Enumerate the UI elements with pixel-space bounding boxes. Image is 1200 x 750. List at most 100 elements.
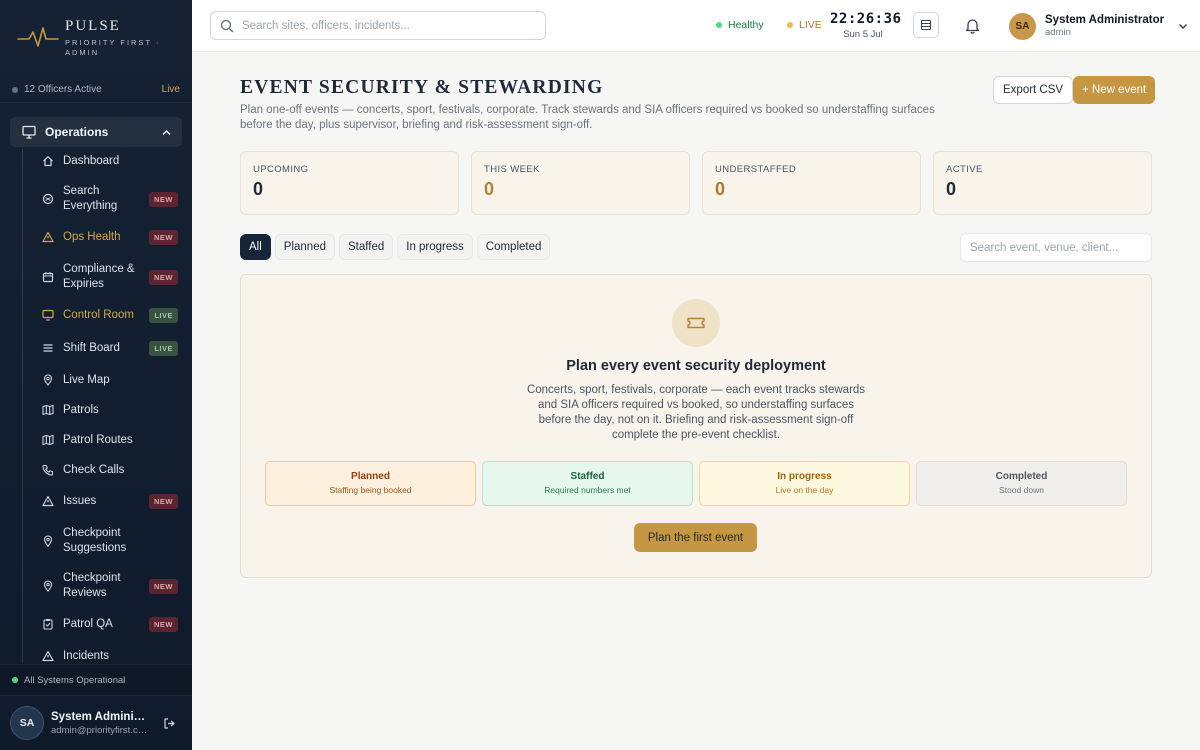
officers-active-bar: 12 Officers Active Live <box>0 77 192 103</box>
user-email: admin@priorityfirst.co.uk <box>51 724 151 736</box>
event-search-input[interactable] <box>960 233 1152 262</box>
sidebar-item-label: Patrols <box>63 403 99 416</box>
sidebar-item-live-map[interactable]: Live Map <box>42 373 178 387</box>
new-badge: NEW <box>149 229 178 245</box>
sidebar-item-dashboard[interactable]: Dashboard <box>42 154 178 168</box>
global-search[interactable] <box>210 11 546 40</box>
sidebar-item-label: Check Calls <box>63 463 125 476</box>
live-badge: LIVE <box>149 340 178 356</box>
sidebar-item-label: Patrol Routes <box>63 433 133 446</box>
filter-planned[interactable]: Planned <box>274 234 335 260</box>
sidebar-item-shift-board[interactable]: Shift Board LIVE <box>42 340 178 356</box>
sidebar-item-patrol-routes[interactable]: Patrol Routes <box>42 433 178 447</box>
sidebar-item-checkpoint-reviews[interactable]: Checkpoint Reviews NEW <box>42 571 178 601</box>
status-dot-icon <box>12 86 18 93</box>
table-icon <box>920 19 932 31</box>
sidebar-item-label: Search Everything <box>63 185 118 212</box>
plan-first-event-button[interactable]: Plan the first event <box>634 523 757 552</box>
pulse-logo-icon <box>17 27 59 47</box>
sidebar-item-incidents[interactable]: Incidents <box>42 649 178 663</box>
sidebar-user-card[interactable]: SA System Administrator admin@priorityfi… <box>0 695 192 750</box>
empty-state: Plan every event security deployment Con… <box>240 274 1152 578</box>
sidebar-item-label: Incidents <box>63 649 110 662</box>
sidebar-item-search-everything[interactable]: Search Everything NEW <box>42 184 178 214</box>
map-icon <box>42 434 54 446</box>
user-name: System Administrator <box>51 710 151 723</box>
sidebar-item-checkpoint-suggestions[interactable]: Checkpoint Suggestions <box>42 526 178 556</box>
brand[interactable]: PULSE PRIORITY FIRST · ADMIN <box>0 0 192 76</box>
clipboard-icon <box>43 619 53 630</box>
brand-subtitle-line2: ADMIN <box>65 48 100 57</box>
chevron-down-icon <box>1179 24 1188 29</box>
officers-active-count: 12 Officers Active <box>24 84 102 95</box>
legend-subtitle: Live on the day <box>775 485 834 495</box>
status-legend-in-progress: In progress Live on the day <box>699 461 910 506</box>
new-badge: NEW <box>149 578 178 594</box>
chevron-up-icon[interactable] <box>161 127 172 138</box>
filter-all[interactable]: All <box>240 234 271 260</box>
new-badge: NEW <box>149 493 178 509</box>
live-link[interactable]: Live <box>162 84 180 95</box>
sidebar-nav: Dashboard Search Everything NEW Ops Heal… <box>0 149 192 663</box>
sidebar-item-patrols[interactable]: Patrols <box>42 403 178 417</box>
logout-icon[interactable] <box>163 717 176 730</box>
map-pin-icon <box>43 374 53 386</box>
sidebar-item-control-room[interactable]: Control Room LIVE <box>42 307 178 323</box>
live-status: LIVE <box>787 19 822 31</box>
nav-section-label: Operations <box>45 125 109 139</box>
avatar: SA <box>10 706 44 740</box>
stat-value: 0 <box>484 179 495 199</box>
empty-state-description: Concerts, sport, festivals, corporate — … <box>526 384 866 441</box>
export-csv-button[interactable]: Export CSV <box>993 76 1074 104</box>
nav-section-operations[interactable]: Operations <box>10 117 182 147</box>
status-filter-tabs: All Planned Staffed In progress Complete… <box>240 234 554 260</box>
search-circle-icon <box>42 193 54 205</box>
stat-label: ACTIVE <box>946 164 983 175</box>
stat-value: 0 <box>946 179 957 199</box>
filter-staffed[interactable]: Staffed <box>339 234 394 260</box>
status-legend-completed: Completed Stood down <box>916 461 1127 506</box>
avatar: SA <box>1009 12 1036 40</box>
sidebar-item-issues[interactable]: Issues NEW <box>42 493 178 509</box>
new-badge: NEW <box>149 191 178 207</box>
phone-icon <box>42 464 54 476</box>
new-badge: NEW <box>149 616 178 632</box>
profile-role: admin <box>1045 27 1071 38</box>
new-event-button[interactable]: + New event <box>1073 76 1156 104</box>
sidebar-item-check-calls[interactable]: Check Calls <box>42 463 178 477</box>
profile-name: System Administrator <box>1045 14 1165 26</box>
filter-in-progress[interactable]: In progress <box>397 234 473 260</box>
search-input[interactable] <box>242 19 532 32</box>
monitor-icon <box>42 309 54 321</box>
sidebar-item-ops-health[interactable]: Ops Health NEW <box>42 229 178 245</box>
sidebar-item-label: Ops Health <box>63 230 121 243</box>
sidebar-item-label: Dashboard <box>63 154 120 167</box>
map-icon <box>42 404 54 416</box>
clock-time: 22:26:36 <box>830 11 902 27</box>
status-legend-staffed: Staffed Required numbers met <box>482 461 693 506</box>
map-pin-icon <box>43 580 53 592</box>
stat-card-understaffed: UNDERSTAFFED 0 <box>702 151 921 215</box>
sidebar-item-patrol-qa[interactable]: Patrol QA NEW <box>42 616 178 632</box>
filter-completed[interactable]: Completed <box>476 234 551 260</box>
main-content: EVENT SECURITY & STEWARDING Plan one-off… <box>192 52 1200 750</box>
warning-icon <box>42 495 54 507</box>
health-status: Healthy <box>716 19 764 31</box>
stat-card-upcoming: UPCOMING 0 <box>240 151 459 215</box>
sidebar-item-label: Checkpoint Suggestions <box>63 527 127 554</box>
system-status: All Systems Operational <box>0 664 192 695</box>
sidebar-item-compliance-expiries[interactable]: Compliance & Expiries NEW <box>42 262 178 292</box>
table-view-button[interactable] <box>913 12 939 38</box>
live-label: LIVE <box>799 19 822 31</box>
bell-icon <box>965 18 979 34</box>
calendar-icon <box>42 272 54 283</box>
sidebar-item-label: Issues <box>63 494 97 507</box>
status-dot-icon <box>12 677 18 683</box>
legend-title: Completed <box>995 471 1048 482</box>
sidebar-item-label: Compliance & Expiries <box>63 263 135 290</box>
legend-title: Staffed <box>570 471 605 482</box>
notifications-button[interactable] <box>959 12 985 38</box>
stat-card-this-week: THIS WEEK 0 <box>471 151 690 215</box>
profile-menu[interactable]: SA System Administrator admin <box>1009 12 1189 40</box>
warning-icon <box>42 231 54 243</box>
